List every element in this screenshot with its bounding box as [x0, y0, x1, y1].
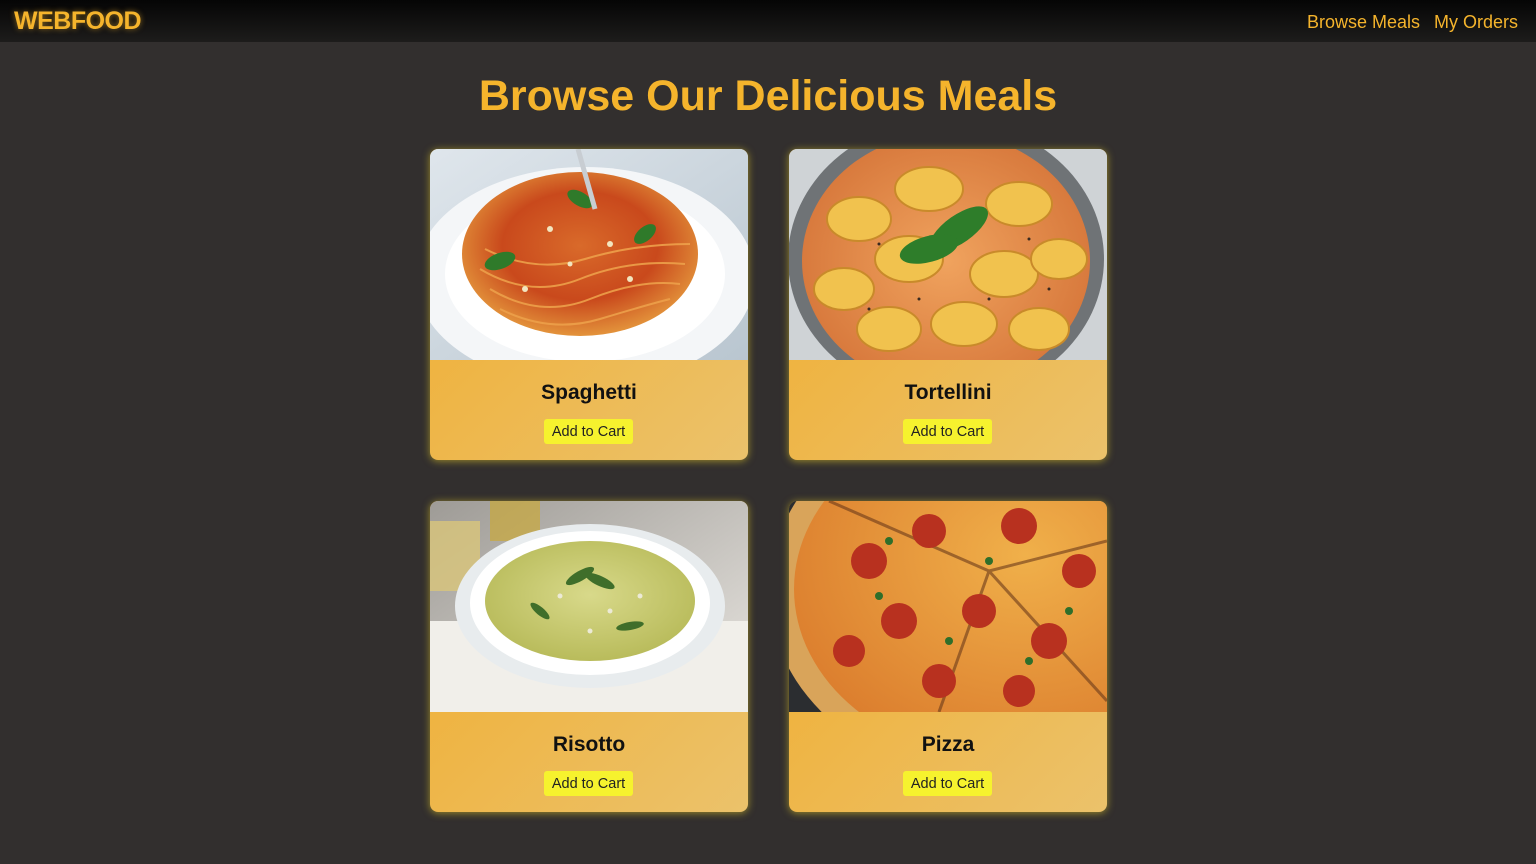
risotto-image	[430, 501, 748, 712]
add-to-cart-button[interactable]: Add to Cart	[903, 419, 992, 444]
meal-name: Spaghetti	[541, 381, 637, 404]
meal-name: Risotto	[552, 733, 626, 756]
pizza-image	[789, 501, 1107, 712]
nav-links: Browse Meals My Orders	[1307, 11, 1518, 33]
nav-link-my-orders[interactable]: My Orders	[1434, 11, 1518, 33]
add-to-cart-button[interactable]: Add to Cart	[544, 771, 633, 796]
meal-name: Pizza	[921, 733, 975, 756]
meal-grid: Spaghetti Add to Cart Tortellini Add to …	[430, 149, 1107, 812]
spaghetti-image	[430, 149, 748, 360]
meal-card-pizza: Pizza Add to Cart	[789, 501, 1107, 812]
page-title: Browse Our Delicious Meals	[478, 72, 1058, 120]
meal-card-tortellini: Tortellini Add to Cart	[789, 149, 1107, 460]
logo[interactable]: WEBFOOD	[14, 7, 142, 36]
add-to-cart-button[interactable]: Add to Cart	[903, 771, 992, 796]
meal-card-spaghetti: Spaghetti Add to Cart	[430, 149, 748, 460]
tortellini-image	[789, 149, 1107, 360]
meal-card-risotto: Risotto Add to Cart	[430, 501, 748, 812]
add-to-cart-button[interactable]: Add to Cart	[544, 419, 633, 444]
navbar: WEBFOOD Browse Meals My Orders	[0, 0, 1536, 42]
nav-link-browse-meals[interactable]: Browse Meals	[1307, 11, 1420, 33]
meal-name: Tortellini	[904, 381, 992, 404]
